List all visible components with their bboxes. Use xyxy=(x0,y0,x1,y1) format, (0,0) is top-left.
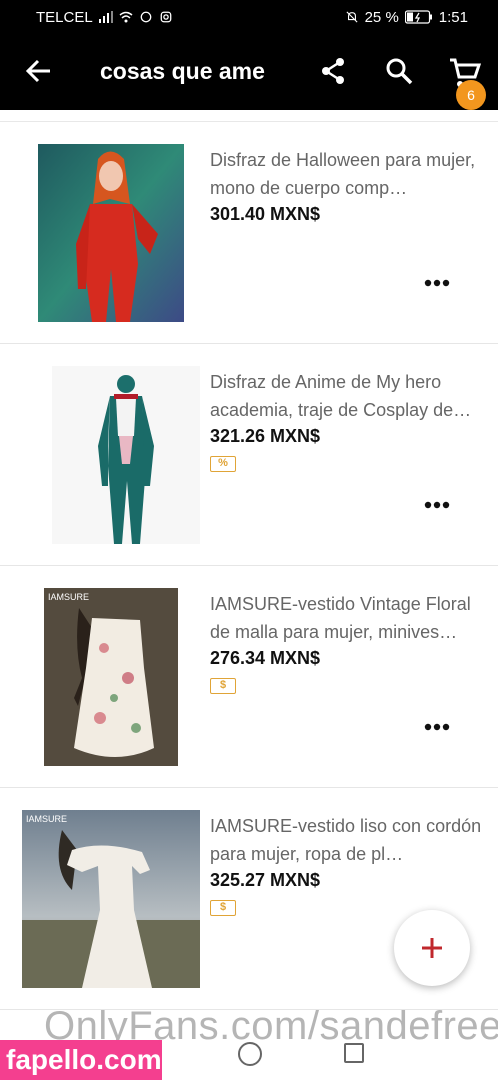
app-bar: cosas que ame 6 xyxy=(0,34,498,110)
product-image[interactable]: IAMSURE xyxy=(44,588,178,766)
page-title: cosas que ame xyxy=(100,58,265,84)
carrier-label: TELCEL xyxy=(36,8,93,26)
item-name: Disfraz de Halloween para mujer, mono de… xyxy=(210,150,476,198)
product-image[interactable] xyxy=(38,144,184,322)
item-name: IAMSURE-vestido liso con cordón para muj… xyxy=(210,816,482,864)
cart-count-badge: 6 xyxy=(456,80,486,110)
clock: 1:51 xyxy=(438,8,468,26)
battery-percent: 25 % xyxy=(364,8,399,26)
list-top-divider xyxy=(0,110,498,122)
product-image[interactable]: IAMSURE xyxy=(22,810,200,988)
status-bar: TELCEL 25 % 1:51 xyxy=(0,0,498,34)
more-options-icon[interactable] xyxy=(424,722,450,732)
item-price: 276.34 MXN$ xyxy=(210,648,321,668)
item-name: IAMSURE-vestido Vintage Floral de malla … xyxy=(210,594,471,642)
brand-watermark: IAMSURE xyxy=(26,814,67,824)
item-price: 325.27 MXN$ xyxy=(210,870,321,890)
site-overlay-label: fapello.com xyxy=(0,1040,162,1080)
add-button[interactable] xyxy=(394,910,470,986)
plus-icon xyxy=(422,938,442,958)
brand-watermark: IAMSURE xyxy=(48,592,89,602)
search-icon[interactable] xyxy=(384,56,414,86)
list-item[interactable]: IAMSURE IAMSURE-vestido Vintage Floral d… xyxy=(0,566,498,788)
signal-icon xyxy=(98,11,113,23)
wishlist: Disfraz de Halloween para mujer, mono de… xyxy=(0,122,498,1010)
list-item[interactable]: Disfraz de Anime de My hero academia, tr… xyxy=(0,344,498,566)
back-arrow-icon[interactable] xyxy=(24,56,54,86)
wifi-icon xyxy=(119,11,133,23)
item-price: 321.26 MXN$ xyxy=(210,426,321,446)
mute-bell-icon xyxy=(346,11,358,23)
instagram-icon xyxy=(160,11,172,23)
share-icon[interactable] xyxy=(318,56,348,86)
price-tag-icon: $ xyxy=(210,900,236,916)
more-options-icon[interactable] xyxy=(424,278,450,288)
whatsapp-icon xyxy=(140,11,152,23)
list-item[interactable]: Disfraz de Halloween para mujer, mono de… xyxy=(0,122,498,344)
price-tag-icon: $ xyxy=(210,678,236,694)
item-name: Disfraz de Anime de My hero academia, tr… xyxy=(210,372,472,420)
item-price: 301.40 MXN$ xyxy=(210,204,321,224)
discount-tag-icon: % xyxy=(210,456,236,472)
more-options-icon[interactable] xyxy=(424,500,450,510)
battery-icon xyxy=(404,10,432,24)
product-image[interactable] xyxy=(52,366,200,544)
